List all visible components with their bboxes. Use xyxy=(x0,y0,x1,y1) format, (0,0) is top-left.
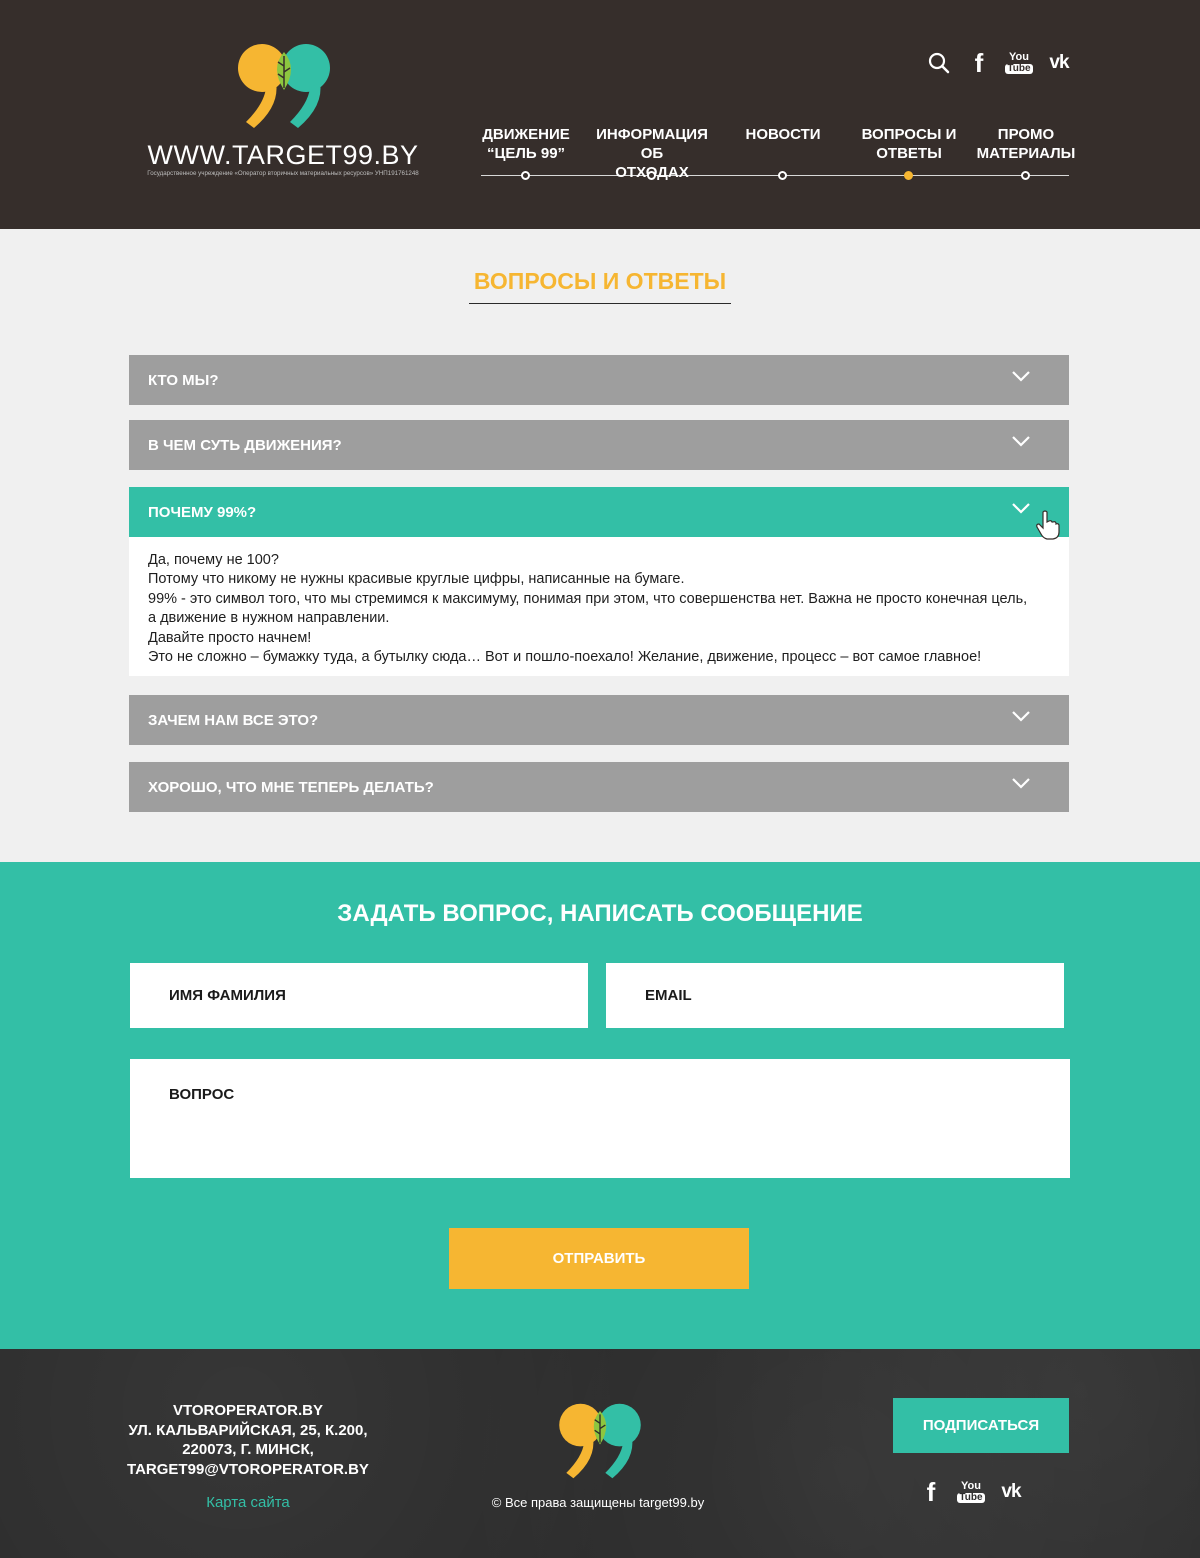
faq-item-movement-essence[interactable]: В ЧЕМ СУТЬ ДВИЖЕНИЯ? xyxy=(129,420,1069,470)
email-field[interactable] xyxy=(606,963,1064,1028)
nav-item-promo[interactable]: ПРОМО МАТЕРИАЛЫ xyxy=(971,125,1081,163)
facebook-icon[interactable]: f xyxy=(918,1477,944,1507)
nav-item-news[interactable]: НОВОСТИ xyxy=(733,125,833,144)
nav-item-movement[interactable]: ДВИЖЕНИЕ “ЦЕЛЬ 99” xyxy=(481,125,571,163)
nav-label-line1: ПРОМО xyxy=(997,126,1055,143)
chevron-down-icon xyxy=(1012,711,1030,722)
address-line: УЛ. КАЛЬВАРИЙСКАЯ, 25, К.200, xyxy=(128,1421,368,1439)
answer-line: Давайте просто начнем! xyxy=(148,629,312,646)
answer-line: Потому что никому не нужны красивые круг… xyxy=(148,571,685,588)
footer-social-icons: f You Tube vk xyxy=(918,1477,1024,1507)
site-header: WWW.TARGET99.BY Государственное учрежден… xyxy=(0,0,1200,229)
contact-form-section: ЗАДАТЬ ВОПРОС, НАПИСАТЬ СООБЩЕНИЕ ОТПРАВ… xyxy=(0,862,1200,1350)
chevron-down-icon xyxy=(1012,503,1030,514)
faq-answer: Да, почему не 100? Потому что никому не … xyxy=(129,537,1069,676)
faq-question: ХОРОШО, ЧТО МНЕ ТЕПЕРЬ ДЕЛАТЬ? xyxy=(148,779,434,796)
youtube-icon[interactable]: You Tube xyxy=(1005,48,1033,78)
address-line: VTOROPERATOR.BY xyxy=(172,1402,324,1419)
hand-cursor-icon xyxy=(1036,510,1060,540)
submit-button[interactable]: ОТПРАВИТЬ xyxy=(449,1228,749,1289)
youtube-tube-text: Tube xyxy=(957,1492,985,1503)
nav-label-line1: ИНФОРМАЦИЯ ОБ xyxy=(596,126,708,162)
nav-label-line1: НОВОСТИ xyxy=(745,126,821,143)
logo-99-icon xyxy=(238,44,330,128)
copyright-text: © Все права защищены target99.by xyxy=(491,1495,705,1510)
answer-line: 99% - это символ того, что мы стремимся … xyxy=(148,590,1028,607)
subscribe-button[interactable]: ПОДПИСАТЬСЯ xyxy=(893,1398,1069,1453)
nav-label-line2: ОТВЕТЫ xyxy=(876,145,942,162)
nav-label-line1: ДВИЖЕНИЕ xyxy=(482,126,570,143)
main-nav: ДВИЖЕНИЕ “ЦЕЛЬ 99” ИНФОРМАЦИЯ ОБ ОТХОДАХ… xyxy=(481,125,1075,185)
nav-dot-active[interactable] xyxy=(904,171,913,180)
sitemap-link[interactable]: Карта сайта xyxy=(118,1494,378,1511)
faq-item-what-now[interactable]: ХОРОШО, ЧТО МНЕ ТЕПЕРЬ ДЕЛАТЬ? xyxy=(129,762,1069,812)
logo-url-text: WWW.TARGET99.BY xyxy=(147,140,419,170)
faq-question: ЗАЧЕМ НАМ ВСЕ ЭТО? xyxy=(148,712,319,729)
faq-item-why-need[interactable]: ЗАЧЕМ НАМ ВСЕ ЭТО? xyxy=(129,695,1069,745)
faq-item-why-99[interactable]: ПОЧЕМУ 99%? xyxy=(129,487,1069,537)
chevron-down-icon xyxy=(1012,371,1030,382)
nav-line xyxy=(481,175,1069,176)
site-footer: VTOROPERATOR.BY УЛ. КАЛЬВАРИЙСКАЯ, 25, К… xyxy=(0,1349,1200,1558)
nav-label-line2: МАТЕРИАЛЫ xyxy=(976,145,1076,162)
nav-dot[interactable] xyxy=(521,171,530,180)
faq-question: В ЧЕМ СУТЬ ДВИЖЕНИЯ? xyxy=(148,437,342,454)
page-title: ВОПРОСЫ И ОТВЕТЫ xyxy=(473,268,727,294)
nav-dot[interactable] xyxy=(778,171,787,180)
vk-icon[interactable]: vk xyxy=(998,1477,1024,1507)
facebook-icon[interactable]: f xyxy=(966,48,992,78)
vk-icon[interactable]: vk xyxy=(1046,48,1072,78)
nav-dot[interactable] xyxy=(1021,171,1030,180)
site-logo[interactable]: WWW.TARGET99.BY Государственное учрежден… xyxy=(128,42,438,182)
logo-subtitle: Государственное учреждение «Оператор вто… xyxy=(147,170,419,177)
faq-question: КТО МЫ? xyxy=(148,372,219,389)
faq-question: ПОЧЕМУ 99%? xyxy=(148,504,257,521)
footer-logo-99-icon[interactable] xyxy=(553,1402,647,1480)
address-line[interactable]: TARGET99@VTOROPERATOR.BY xyxy=(118,1460,378,1480)
nav-label-line2: “ЦЕЛЬ 99” xyxy=(486,145,566,162)
youtube-tube-text: Tube xyxy=(1005,63,1033,74)
nav-label-line1: ВОПРОСЫ И xyxy=(861,126,957,143)
youtube-icon[interactable]: You Tube xyxy=(957,1477,985,1507)
address-line: 220073, Г. МИНСК, xyxy=(182,1441,314,1458)
answer-line: Да, почему не 100? xyxy=(148,552,279,568)
answer-line: а движение в нужном направлении. xyxy=(148,610,390,627)
name-field[interactable] xyxy=(130,963,588,1028)
form-title: ЗАДАТЬ ВОПРОС, НАПИСАТЬ СООБЩЕНИЕ xyxy=(337,900,863,927)
chevron-down-icon xyxy=(1012,436,1030,447)
youtube-you-text: You xyxy=(961,1480,981,1492)
search-icon[interactable] xyxy=(926,48,952,78)
nav-item-faq[interactable]: ВОПРОСЫ И ОТВЕТЫ xyxy=(857,125,961,163)
nav-dot[interactable] xyxy=(647,171,656,180)
youtube-you-text: You xyxy=(1009,51,1029,63)
chevron-down-icon xyxy=(1012,778,1030,789)
title-underline xyxy=(469,303,731,304)
answer-line: Это не сложно – бумажку туда, а бутылку … xyxy=(148,649,982,666)
faq-item-who-we-are[interactable]: КТО МЫ? xyxy=(129,355,1069,405)
question-field[interactable] xyxy=(130,1059,1070,1178)
header-social-icons: f You Tube vk xyxy=(926,48,1072,78)
footer-address: VTOROPERATOR.BY УЛ. КАЛЬВАРИЙСКАЯ, 25, К… xyxy=(118,1401,378,1479)
